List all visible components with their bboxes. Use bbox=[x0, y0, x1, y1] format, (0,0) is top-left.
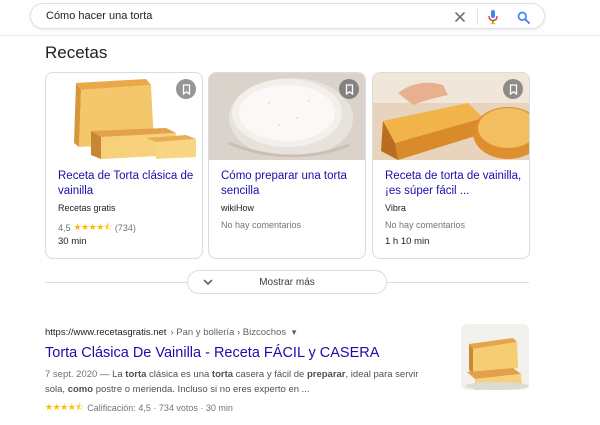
rating-value: 4,5 bbox=[58, 223, 71, 233]
search-input[interactable] bbox=[46, 6, 436, 26]
show-more-label: Mostrar más bbox=[259, 276, 315, 288]
recipe-image bbox=[46, 73, 202, 160]
result-path: › Pan y bollería › Bizcochos bbox=[170, 327, 287, 338]
recipe-rating: 4,5 ★★★★⯪ (734) bbox=[58, 220, 136, 236]
result-domain: https://www.recetasgratis.net bbox=[45, 327, 167, 338]
recipe-comments: No hay comentarios bbox=[385, 220, 466, 230]
recipe-source: wikiHow bbox=[221, 203, 255, 213]
recipe-card[interactable]: Receta de torta de vainilla, ¡es súper f… bbox=[372, 72, 530, 259]
search-divider bbox=[477, 9, 478, 25]
star-rating-icon: ★★★★⯪ bbox=[73, 222, 113, 232]
mic-icon[interactable] bbox=[485, 9, 501, 25]
caret-down-icon[interactable]: ▼ bbox=[290, 328, 298, 337]
recipe-source: Vibra bbox=[385, 203, 406, 213]
recipes-heading: Recetas bbox=[45, 43, 108, 62]
result-date: 7 sept. 2020 bbox=[45, 369, 98, 380]
bookmark-icon[interactable] bbox=[503, 79, 523, 99]
bookmark-icon[interactable] bbox=[176, 79, 196, 99]
star-rating-icon: ★★★★⯪ bbox=[45, 402, 84, 412]
result-title-link[interactable]: Torta Clásica De Vainilla - Receta FÁCIL… bbox=[45, 345, 379, 361]
recipe-title[interactable]: Receta de Torta clásica de vainilla bbox=[58, 169, 198, 199]
rating-votes: (734) bbox=[114, 223, 136, 233]
recipe-source: Recetas gratis bbox=[58, 203, 116, 213]
recipe-title[interactable]: Cómo preparar una torta sencilla bbox=[221, 169, 361, 199]
recipe-comments: No hay comentarios bbox=[221, 220, 302, 230]
recipe-card[interactable]: Cómo preparar una torta sencilla wikiHow… bbox=[208, 72, 366, 259]
close-icon[interactable] bbox=[452, 9, 468, 25]
chevron-down-icon bbox=[202, 276, 214, 291]
recipe-title[interactable]: Receta de torta de vainilla, ¡es súper f… bbox=[385, 169, 525, 199]
header-divider bbox=[0, 35, 600, 36]
recipe-image bbox=[209, 73, 365, 160]
result-breadcrumb[interactable]: https://www.recetasgratis.net › Pan y bo… bbox=[45, 327, 298, 338]
result-rating: ★★★★⯪ Calificación: 4,5 · 734 votos · 30… bbox=[45, 400, 233, 416]
result-thumbnail[interactable] bbox=[461, 324, 529, 390]
result-snippet: 7 sept. 2020 — La torta clásica es una t… bbox=[45, 369, 419, 395]
recipe-image bbox=[373, 73, 529, 160]
search-icon[interactable] bbox=[515, 9, 531, 25]
search-bar[interactable] bbox=[30, 3, 545, 29]
result-rating-text: Calificación: 4,5 · 734 votos · 30 min bbox=[87, 403, 233, 413]
show-more-button[interactable]: Mostrar más bbox=[187, 270, 387, 294]
recipe-time: 1 h 10 min bbox=[385, 236, 430, 247]
recipe-time: 30 min bbox=[58, 236, 87, 247]
recipe-card[interactable]: Receta de Torta clásica de vainilla Rece… bbox=[45, 72, 203, 259]
bookmark-icon[interactable] bbox=[339, 79, 359, 99]
